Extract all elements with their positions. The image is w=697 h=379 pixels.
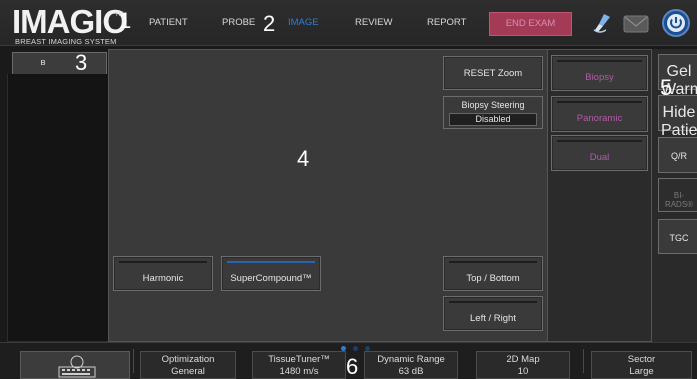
reset-zoom-button[interactable]: RESET Zoom <box>443 56 543 90</box>
dynamic-range-value: 63 dB <box>398 366 424 377</box>
biopsy-steering-value[interactable]: Disabled <box>449 113 537 126</box>
marker-4: 4 <box>297 146 310 171</box>
panoramic-label: Panoramic <box>576 113 623 124</box>
indicator-bar <box>449 301 537 303</box>
dynamic-range-control[interactable]: Dynamic Range 63 dB <box>364 351 458 379</box>
tab-b[interactable]: B <box>12 52 107 74</box>
supercompound-button[interactable]: SuperCompound™ <box>221 256 321 291</box>
supercompound-label: SuperCompound™ <box>230 273 312 284</box>
sector-control[interactable]: Sector Large <box>591 351 692 379</box>
logo: IMAGIO <box>12 3 128 40</box>
marker-2: 2 <box>263 11 276 36</box>
biopsy-steering-title: Biopsy Steering <box>461 100 525 110</box>
mode-panel <box>548 49 652 342</box>
tab-label: B <box>40 58 46 67</box>
optimization-label: Optimization <box>161 354 215 365</box>
left-right-button[interactable]: Left / Right <box>443 296 543 331</box>
probe-icon[interactable] <box>590 11 616 40</box>
indicator-bar <box>449 261 537 263</box>
2d-map-control[interactable]: 2D Map 10 <box>476 351 570 379</box>
hide-patient-label: Hide Patient <box>661 104 697 139</box>
sector-value: Large <box>629 366 654 377</box>
optimization-value: General <box>171 366 205 377</box>
panoramic-button[interactable]: Panoramic <box>551 96 648 132</box>
left-right-label: Left / Right <box>470 313 516 324</box>
indicator-bar <box>557 101 642 103</box>
birads-label: BI-RADS® <box>664 191 694 209</box>
tissuetuner-label: TissueTuner™ <box>268 354 330 365</box>
tgc-label: TGC <box>669 233 689 243</box>
dual-button[interactable]: Dual <box>551 135 648 171</box>
nav-image[interactable]: IMAGE <box>288 17 319 28</box>
reset-zoom-label: RESET Zoom <box>463 68 523 79</box>
qr-label: Q/R <box>670 151 687 161</box>
birads-button[interactable]: BI-RADS® <box>658 178 697 212</box>
sector-label: Sector <box>627 354 656 365</box>
indicator-bar <box>119 261 207 263</box>
harmonic-label: Harmonic <box>142 273 184 284</box>
indicator-bar-active <box>227 261 315 263</box>
mail-icon[interactable] <box>623 14 649 39</box>
biopsy-button[interactable]: Biopsy <box>551 55 648 91</box>
indicator-bar <box>557 60 642 62</box>
biopsy-steering-control[interactable]: Biopsy Steering Disabled <box>443 96 543 129</box>
separator <box>583 349 584 373</box>
marker-6: 6 <box>346 354 359 379</box>
tgc-button[interactable]: TGC <box>658 219 697 254</box>
logo-subtitle: BREAST IMAGING SYSTEM <box>15 37 117 46</box>
hide-patient-button[interactable]: Hide Patient <box>658 95 697 139</box>
harmonic-button[interactable]: Harmonic <box>113 256 213 291</box>
dynamic-range-label: Dynamic Range <box>377 354 445 365</box>
2d-map-label: 2D Map <box>506 354 540 365</box>
tissuetuner-value: 1480 m/s <box>279 366 319 377</box>
dual-label: Dual <box>589 152 610 163</box>
nav-patient[interactable]: PATIENT <box>149 17 188 28</box>
separator <box>133 349 134 373</box>
power-icon[interactable] <box>661 8 691 43</box>
keyboard-icon[interactable] <box>20 351 130 379</box>
biopsy-label: Biopsy <box>585 72 614 83</box>
nav-report[interactable]: REPORT <box>427 17 466 28</box>
nav-probe[interactable]: PROBE <box>222 17 255 28</box>
tissuetuner-control[interactable]: TissueTuner™ 1480 m/s <box>252 351 346 379</box>
optimization-control[interactable]: Optimization General <box>140 351 236 379</box>
2d-map-value: 10 <box>517 366 529 377</box>
marker-1: 1 <box>119 8 132 33</box>
indicator-bar <box>557 140 642 142</box>
nav-review[interactable]: REVIEW <box>355 17 392 28</box>
qr-button[interactable]: Q/R <box>658 137 697 173</box>
top-bottom-label: Top / Bottom <box>466 273 520 284</box>
left-panel <box>7 74 108 342</box>
page-dot[interactable] <box>353 346 358 351</box>
marker-3: 3 <box>75 50 88 75</box>
end-exam-button[interactable]: END EXAM <box>489 12 572 36</box>
top-bottom-button[interactable]: Top / Bottom <box>443 256 543 291</box>
